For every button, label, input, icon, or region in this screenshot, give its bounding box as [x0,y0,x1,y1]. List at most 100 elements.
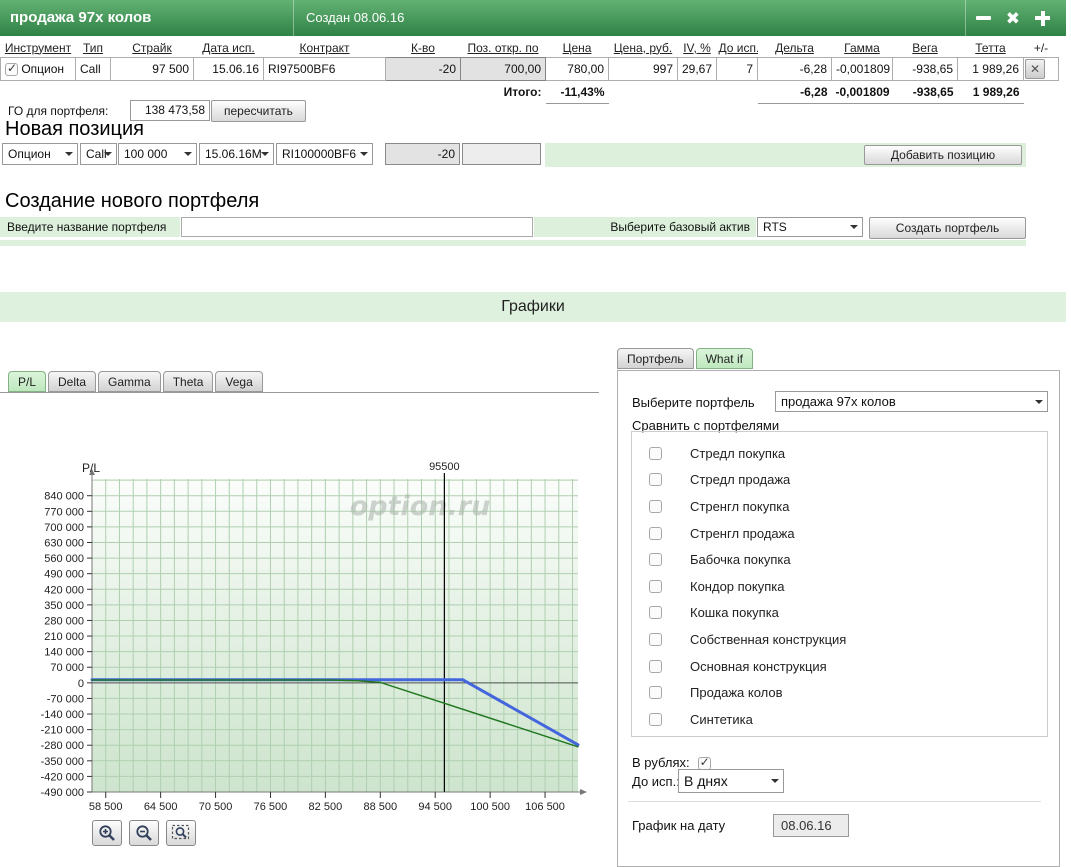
strike-select[interactable]: 100 000 [118,143,197,165]
open-price-input[interactable]: 700,00 [460,57,546,81]
chart-date-label: График на дату [632,818,726,833]
add-position-button[interactable]: Добавить позицию [864,145,1022,165]
instrument-select[interactable]: Опцион [2,143,78,165]
qty-input[interactable]: -20 [385,57,461,81]
column-header[interactable]: Поз. откр. по [461,38,546,58]
column-header[interactable]: До исп. [717,38,758,58]
portfolio-label: Собственная конструкция [690,631,847,647]
add-position-icon[interactable] [1035,10,1050,26]
column-header[interactable]: Цена, руб. [609,38,678,58]
portfolio-label: Бабочка покупка [690,552,791,568]
portfolio-select-value: продажа 97х колов [781,394,896,409]
base-asset-select[interactable]: RTS [757,217,863,237]
delta-cell: -6,28 [757,57,832,81]
contract-cell: RI97500BF6 [263,57,386,81]
totals-vega: -938,65 [892,80,958,104]
svg-text:88 500: 88 500 [363,801,397,813]
strike-cell: 97 500 [110,57,194,81]
column-header[interactable]: Вега [893,38,958,58]
column-header[interactable]: Дата исп. [194,38,264,58]
portfolio-label: Стредл продажа [690,472,791,488]
column-header[interactable]: IV, % [678,38,717,58]
column-header[interactable]: Тип [76,38,111,58]
tab-vega[interactable]: Vega [215,371,263,392]
column-header[interactable]: Тетта [958,38,1024,58]
delete-position-button[interactable]: ✕ [1025,59,1045,79]
tab-delta[interactable]: Delta [48,371,97,392]
svg-text:94 500: 94 500 [418,801,452,813]
positions-table: Инструмент Тип Страйк Дата исп. Контракт К-во… [0,38,1059,104]
position-row-checkbox[interactable] [5,61,18,76]
portfolio-checkbox[interactable] [649,579,662,593]
rub-label: В рублях: [632,755,690,770]
exp-date-select[interactable]: 15.06.16М [199,143,274,165]
tab-theta[interactable]: Theta [162,371,214,392]
new-position-band: Добавить позицию [545,143,1026,167]
price-rub-cell: 997 [608,57,678,81]
column-header[interactable]: К-во [386,38,461,58]
chevron-down-icon [1035,400,1043,408]
create-portfolio-button[interactable]: Создать портфель [869,217,1026,239]
portfolio-label: Основная конструкция [690,658,827,674]
zoom-region-icon [171,824,190,840]
column-header[interactable]: Инструмент [1,38,76,58]
panel-divider [628,801,1041,802]
pl-chart[interactable]: option.ru -490 000 -420 000 -350 000 -280 00… [5,461,597,819]
recalculate-button[interactable]: пересчитать [211,100,306,122]
column-header[interactable]: Дельта [758,38,832,58]
minimize-icon[interactable] [975,16,991,20]
svg-text:-210 000: -210 000 [41,725,84,737]
zoom-region-button[interactable] [166,820,196,846]
days-label: До исп.: [632,774,680,789]
new-open-price-input[interactable] [462,143,541,165]
portfolio-checkbox[interactable] [649,473,662,487]
svg-text:76 500: 76 500 [254,801,288,813]
portfolio-name-label: Введите название портфеля [0,217,180,237]
base-asset-select-value: RTS [763,220,787,234]
portfolio-checkbox[interactable] [649,686,662,700]
portfolio-checkbox[interactable] [649,659,662,673]
contract-select[interactable]: RI100000BF6 [276,143,373,165]
portfolio-checkbox[interactable] [649,499,662,513]
option-type-select[interactable]: Call [80,143,117,165]
position-row: Опцион Call 97 500 15.06.16 RI97500BF6 -… [0,57,1059,81]
instrument-label: Опцион [21,62,65,76]
contract-select-value: RI100000BF6 [282,147,357,161]
portfolio-checkbox[interactable] [649,632,662,646]
chevron-down-icon [184,152,192,160]
chevron-down-icon [65,152,73,160]
column-header[interactable]: Страйк [111,38,194,58]
new-qty-input[interactable]: -20 [385,143,460,165]
column-header[interactable]: Гамма [832,38,893,58]
svg-text:350 000: 350 000 [44,600,84,612]
create-portfolio-title: Создание нового портфеля [5,190,260,212]
tab-p-l[interactable]: P/L [8,371,47,392]
svg-text:-420 000: -420 000 [41,771,84,783]
chart-tabs: P/L Delta Gamma Theta Vega [0,371,599,393]
zoom-in-button[interactable] [92,820,122,846]
column-header[interactable]: Контракт [264,38,386,58]
close-icon[interactable]: ✖ [1006,10,1020,27]
portfolio-checkbox[interactable] [649,526,662,540]
chart-date-input[interactable]: 08.06.16 [773,814,849,837]
margin-label: ГО для портфеля: [8,104,109,118]
svg-text:420 000: 420 000 [44,584,84,596]
tab-what-if[interactable]: What if [695,348,753,369]
column-header[interactable]: Цена [546,38,609,58]
portfolio-titlebar: продажа 97х колов Создан 08.06.16 ✖ [0,0,1066,36]
vega-cell: -938,65 [892,57,958,81]
portfolio-checkbox[interactable] [649,553,662,567]
portfolio-name-input[interactable] [181,217,533,237]
zoom-out-button[interactable] [129,820,159,846]
tab-gamma[interactable]: Gamma [98,371,161,392]
portfolio-checkbox[interactable] [649,446,662,460]
portfolio-select[interactable]: продажа 97х колов [775,391,1048,412]
chevron-down-icon [850,225,858,233]
tab-портфель[interactable]: Портфель [617,348,694,369]
portfolio-checkbox[interactable] [649,712,662,726]
portfolio-checkbox[interactable] [649,606,662,620]
days-select[interactable]: В днях [678,769,784,793]
chevron-down-icon [261,152,269,160]
portfolio-label: Продажа колов [690,685,783,701]
portfolio-list-item: Собственная конструкция [632,626,1047,653]
